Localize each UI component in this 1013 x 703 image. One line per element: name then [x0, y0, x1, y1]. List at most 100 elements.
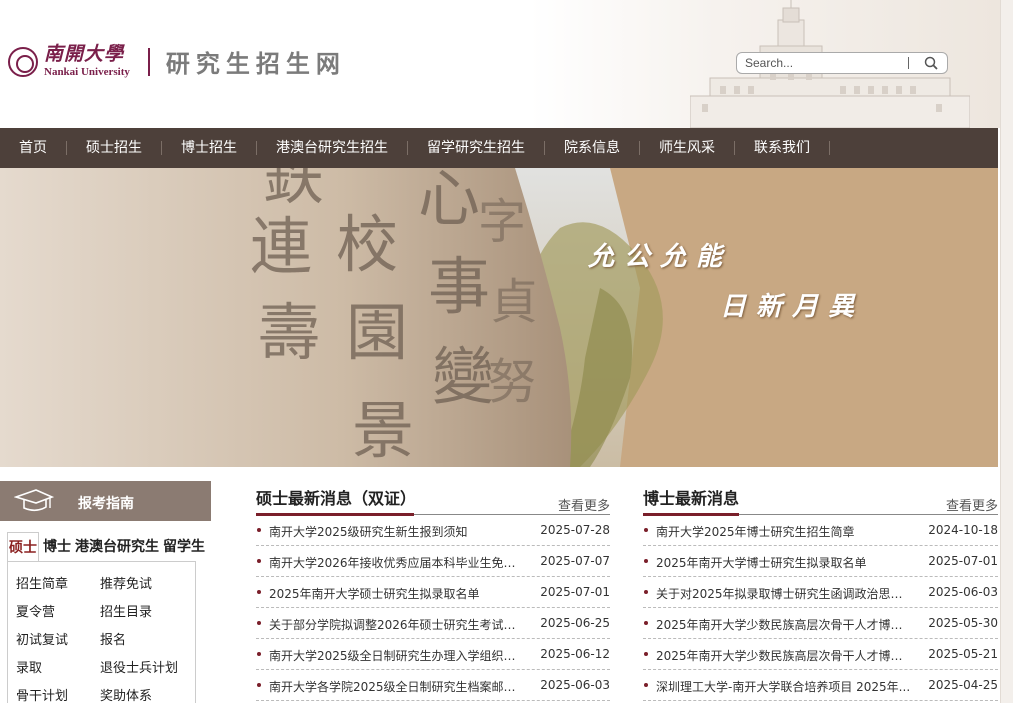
master-news-header: 硕士最新消息（双证） 查看更多: [256, 481, 610, 516]
main-nav: 首页 硕士招生 博士招生 港澳台研究生招生 留学研究生招生 院系信息 师生风采 …: [0, 128, 998, 168]
news-row[interactable]: 南开大学2025年博士研究生招生简章 2024-10-18: [643, 515, 998, 546]
tab-master[interactable]: 硕士: [7, 532, 39, 562]
tab-hk-macau-taiwan[interactable]: 港澳台研究生: [75, 532, 159, 562]
guide-link-veteran-plan[interactable]: 退役士兵计划: [100, 657, 178, 676]
news-title: 南开大学2025级全日制研究生办理入学组织关...: [269, 649, 524, 663]
svg-text:變: 變: [432, 340, 494, 413]
nav-item-phd-admission[interactable]: 博士招生: [162, 128, 257, 168]
news-title: 关于部分学院拟调整2026年硕士研究生考试招...: [269, 618, 524, 632]
news-row[interactable]: 南开大学2025级全日制研究生办理入学组织关... 2025-06-12: [256, 639, 610, 670]
guide-title: 报考指南: [78, 496, 134, 512]
master-news-title: 硕士最新消息（双证）: [256, 489, 417, 508]
news-row[interactable]: 南开大学各学院2025级全日制研究生档案邮寄... 2025-06-03: [256, 670, 610, 701]
nav-item-faculty-students[interactable]: 师生风采: [640, 128, 735, 168]
university-logo[interactable]: 南開大學 Nankai University 研究生招生网: [8, 44, 346, 79]
bullet-icon: [257, 683, 261, 687]
logo-english-name: Nankai University: [44, 66, 130, 78]
news-date: 2025-05-30: [928, 616, 998, 630]
news-row[interactable]: 关于对2025年拟录取博士研究生函调政治思想... 2025-06-03: [643, 577, 998, 608]
bullet-icon: [644, 528, 648, 532]
news-date: 2025-04-25: [928, 678, 998, 692]
news-date: 2025-07-07: [540, 554, 610, 568]
news-date: 2025-05-21: [928, 647, 998, 661]
news-date: 2025-07-01: [928, 554, 998, 568]
logo-wordmark: 南開大學 Nankai University: [44, 45, 130, 78]
news-title: 深圳理工大学-南开大学联合培养项目 2025年...: [656, 680, 911, 694]
svg-text:校: 校: [336, 208, 398, 281]
news-row[interactable]: 2025年南开大学少数民族高层次骨干人才博士... 2025-05-21: [643, 639, 998, 670]
news-row[interactable]: 2025年南开大学少数民族高层次骨干人才博士... 2025-05-30: [643, 608, 998, 639]
site-title: 研究生招生网: [165, 50, 346, 78]
guide-link-recommendation[interactable]: 推荐免试: [100, 573, 152, 592]
guide-link-backbone-plan[interactable]: 骨干计划: [16, 685, 68, 703]
svg-text:字: 字: [478, 194, 526, 250]
bullet-icon: [644, 590, 648, 594]
nav-item-hk-macau-taiwan[interactable]: 港澳台研究生招生: [257, 128, 408, 168]
site-header: 南開大學 Nankai University 研究生招生网: [0, 0, 1000, 128]
news-row[interactable]: 南开大学2026年接收优秀应届本科毕业生免试... 2025-07-07: [256, 546, 610, 577]
guide-tabs: 硕士 博士 港澳台研究生 留学生: [7, 532, 209, 562]
tab-international[interactable]: 留学生: [163, 532, 205, 562]
news-date: 2025-06-25: [540, 616, 610, 630]
news-row[interactable]: 南开大学2025级研究生新生报到须知 2025-07-28: [256, 515, 610, 546]
search-icon: [924, 56, 938, 70]
news-title: 2025年南开大学博士研究生拟录取名单: [656, 556, 867, 570]
phd-news-section: 博士最新消息 查看更多 南开大学2025年博士研究生招生简章 2024-10-1…: [643, 481, 998, 701]
svg-text:努: 努: [488, 354, 536, 410]
guide-link-scholarships[interactable]: 奖助体系: [100, 685, 152, 703]
bullet-icon: [644, 652, 648, 656]
news-row[interactable]: 深圳理工大学-南开大学联合培养项目 2025年... 2025-04-25: [643, 670, 998, 701]
news-title: 南开大学2025年博士研究生招生简章: [656, 525, 855, 539]
hero-banner: 鉄 校 園 景 心 事 變 壽 連 字 貞 努 允公允能 日新月異: [0, 168, 998, 467]
svg-text:園: 園: [346, 296, 408, 369]
master-news-section: 硕士最新消息（双证） 查看更多 南开大学2025级研究生新生报到须知 2025-…: [256, 481, 610, 701]
news-title: 2025年南开大学少数民族高层次骨干人才博士...: [656, 649, 912, 663]
nav-item-home[interactable]: 首页: [0, 128, 67, 168]
bullet-icon: [644, 621, 648, 625]
nav-item-departments[interactable]: 院系信息: [545, 128, 640, 168]
phd-news-title: 博士最新消息: [643, 489, 740, 508]
svg-text:景: 景: [352, 394, 414, 467]
guide-link-exams[interactable]: 初试复试: [16, 629, 68, 648]
university-seal-icon: [8, 46, 38, 77]
bullet-icon: [257, 652, 261, 656]
news-date: 2024-10-18: [928, 523, 998, 537]
nav-item-contact[interactable]: 联系我们: [735, 128, 830, 168]
guide-link-registration[interactable]: 报名: [100, 629, 126, 648]
news-row[interactable]: 2025年南开大学硕士研究生拟录取名单 2025-07-01: [256, 577, 610, 608]
phd-news-more-link[interactable]: 查看更多: [946, 495, 998, 514]
svg-text:心: 心: [418, 168, 480, 235]
search-input[interactable]: [745, 55, 905, 71]
logo-divider: [147, 47, 150, 76]
master-news-more-link[interactable]: 查看更多: [558, 495, 610, 514]
news-date: 2025-06-12: [540, 647, 610, 661]
news-row[interactable]: 关于部分学院拟调整2026年硕士研究生考试招... 2025-06-25: [256, 608, 610, 639]
banner-motto-line1: 允公允能: [588, 242, 733, 272]
phd-news-header: 博士最新消息 查看更多: [643, 481, 998, 516]
nav-item-international[interactable]: 留学研究生招生: [408, 128, 545, 168]
guide-header: 报考指南: [0, 481, 211, 521]
bullet-icon: [257, 590, 261, 594]
bullet-icon: [257, 559, 261, 563]
bullet-icon: [257, 528, 261, 532]
news-date: 2025-06-03: [928, 585, 998, 599]
search-box: [736, 52, 948, 74]
guide-link-brochure[interactable]: 招生简章: [16, 573, 68, 592]
guide-link-admission[interactable]: 录取: [16, 657, 42, 676]
svg-text:事: 事: [428, 250, 490, 323]
svg-text:連: 連: [250, 210, 312, 283]
guide-link-summer-camp[interactable]: 夏令营: [16, 601, 55, 620]
svg-text:貞: 貞: [490, 274, 538, 330]
bullet-icon: [257, 621, 261, 625]
news-date: 2025-07-28: [540, 523, 610, 537]
nav-item-master-admission[interactable]: 硕士招生: [67, 128, 162, 168]
search-button[interactable]: [923, 55, 941, 72]
news-date: 2025-07-01: [540, 585, 610, 599]
news-row[interactable]: 2025年南开大学博士研究生拟录取名单 2025-07-01: [643, 546, 998, 577]
news-title: 2025年南开大学少数民族高层次骨干人才博士...: [656, 618, 912, 632]
guide-link-catalog[interactable]: 招生目录: [100, 601, 152, 620]
bullet-icon: [644, 683, 648, 687]
banner-motto-line2: 日新月異: [720, 292, 865, 322]
bullet-icon: [644, 559, 648, 563]
tab-phd[interactable]: 博士: [43, 532, 71, 562]
